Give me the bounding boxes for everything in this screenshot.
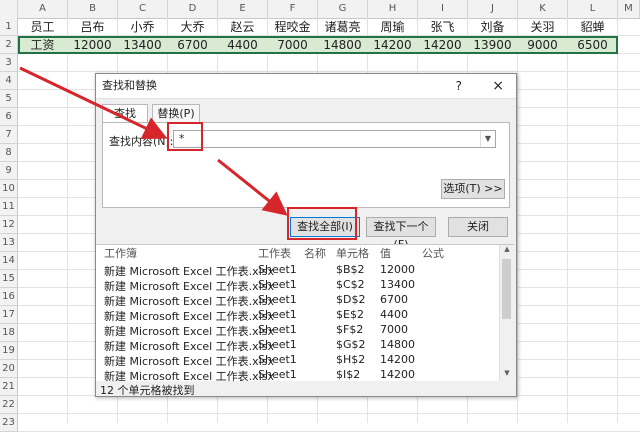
annotation-arrows: [19, 66, 288, 216]
arrow-to-find-input: [19, 66, 168, 140]
arrow-to-find-all: [217, 158, 288, 216]
